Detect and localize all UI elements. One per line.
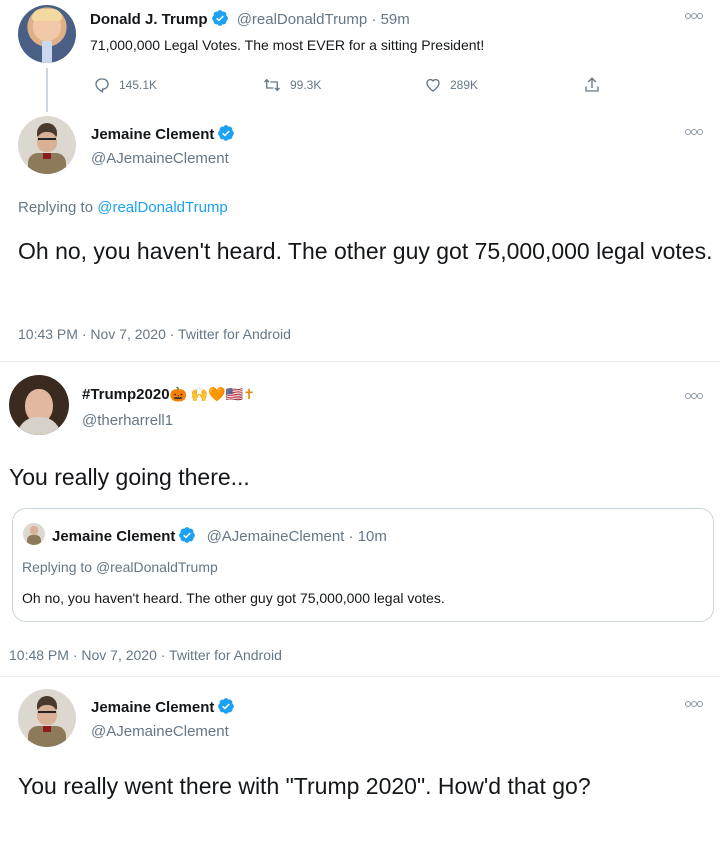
like-count: 289K [450, 78, 479, 92]
avatar-trump[interactable] [18, 5, 76, 63]
like-icon [426, 78, 440, 92]
quote-replying-to: Replying to @realDonaldTrump [22, 559, 218, 575]
quote-header: Jemaine Clement @AJemaineClement · 10m [52, 527, 387, 545]
more-options-icon[interactable] [685, 393, 703, 399]
tweet-text: You really went there with "Trump 2020".… [18, 773, 591, 799]
share-button[interactable] [583, 76, 609, 94]
more-options-icon[interactable] [685, 13, 703, 19]
avatar-therharrell[interactable] [9, 375, 69, 435]
author-handle[interactable]: @AJemaineClement [91, 723, 229, 740]
tweet-text: You really going there... [9, 464, 250, 490]
tweet-header: #Trump2020🎃 🙌🧡🇺🇸✝ [82, 386, 255, 403]
tweet-text: Oh no, you haven't heard. The other guy … [18, 238, 713, 264]
tweet-header: Donald J. Trump @realDonaldTrump · 59m [90, 10, 410, 28]
thread-line [46, 68, 48, 112]
author-name[interactable]: #Trump2020 [82, 386, 170, 403]
replying-to: Replying to @realDonaldTrump [18, 199, 228, 216]
author-handle[interactable]: @AJemaineClement [91, 150, 229, 167]
reply-icon [95, 78, 109, 93]
verified-badge-icon [218, 125, 235, 141]
tweet-text: 71,000,000 Legal Votes. The most EVER fo… [90, 37, 485, 53]
quote-author-handle: @AJemaineClement [206, 528, 345, 545]
avatar-jemaine-small [23, 523, 45, 545]
tweet-meta[interactable]: 10:43 PM · Nov 7, 2020 · Twitter for And… [18, 326, 291, 342]
divider [0, 361, 720, 362]
divider [0, 676, 720, 677]
share-icon [585, 77, 599, 92]
quoted-tweet[interactable]: Jemaine Clement @AJemaineClement · 10m R… [12, 508, 714, 622]
author-handle[interactable]: @realDonaldTrump [237, 11, 368, 28]
like-button[interactable]: 289K [424, 76, 478, 94]
more-options-icon[interactable] [685, 701, 703, 707]
tweet-time[interactable]: 59m [381, 11, 410, 28]
quote-text: Oh no, you haven't heard. The other guy … [22, 590, 445, 606]
verified-badge-icon [179, 527, 196, 543]
tweet-meta[interactable]: 10:48 PM · Nov 7, 2020 · Twitter for And… [9, 647, 282, 663]
avatar-jemaine[interactable] [18, 116, 76, 174]
avatar-jemaine[interactable] [18, 689, 76, 747]
author-handle[interactable]: @therharrell1 [82, 412, 173, 429]
author-name[interactable]: Jemaine Clement [91, 699, 214, 716]
retweet-count: 99.3K [290, 78, 322, 92]
tweet-header: Jemaine Clement [91, 124, 235, 143]
tweet-header: Jemaine Clement [91, 697, 235, 716]
verified-badge-icon [211, 10, 228, 26]
author-name[interactable]: Donald J. Trump [90, 11, 208, 28]
quote-time: 10m [357, 528, 387, 545]
retweet-button[interactable]: 99.3K [262, 76, 321, 94]
name-emoji: 🎃 🙌🧡🇺🇸✝ [169, 386, 255, 402]
reply-button[interactable]: 145.1K [93, 76, 157, 94]
reply-count: 145.1K [119, 78, 158, 92]
retweet-icon [264, 78, 280, 92]
replying-to-link[interactable]: @realDonaldTrump [97, 199, 228, 216]
more-options-icon[interactable] [685, 129, 703, 135]
author-name[interactable]: Jemaine Clement [91, 126, 214, 143]
quote-author-name: Jemaine Clement [52, 528, 176, 545]
verified-badge-icon [218, 698, 235, 714]
